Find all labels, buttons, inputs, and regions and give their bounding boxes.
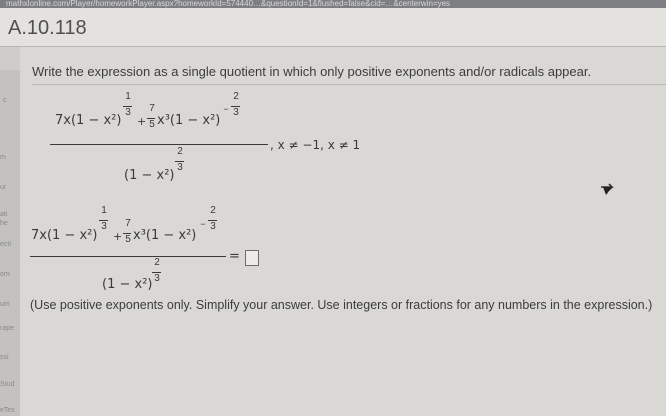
answer-exp1-den: 3 bbox=[101, 221, 107, 232]
answer-coef-num: 7 bbox=[125, 218, 131, 229]
sidebar-item[interactable]: m bbox=[0, 154, 6, 161]
sidebar-item[interactable]: he bbox=[0, 220, 8, 227]
answer-term1: 7x(1 − x²) bbox=[31, 228, 98, 243]
browser-url-bar: mathxlonline.com/Player/homeworkPlayer.a… bbox=[0, 0, 666, 8]
given-exp2-sign: − bbox=[223, 104, 229, 114]
answer-term2: x³(1 − x²) bbox=[133, 228, 197, 243]
sidebar-item[interactable]: um bbox=[0, 301, 10, 308]
given-denominator: (1 − x²) bbox=[124, 168, 175, 183]
sidebar-item[interactable]: Stud bbox=[0, 381, 14, 388]
answer-plus: + bbox=[113, 230, 123, 243]
question-panel: Write the expression as a single quotien… bbox=[20, 47, 666, 416]
given-exp1-num: 1 bbox=[125, 91, 131, 102]
question-prompt: Write the expression as a single quotien… bbox=[32, 64, 592, 79]
answer-equals: = bbox=[229, 249, 240, 264]
answer-coef-den: 5 bbox=[125, 234, 131, 245]
given-plus: + bbox=[137, 115, 147, 128]
given-exp2-num: 2 bbox=[233, 91, 239, 102]
given-exp2-den: 3 bbox=[233, 107, 239, 118]
answer-instruction: (Use positive exponents only. Simplify y… bbox=[30, 298, 653, 312]
answer-exp2-sign: − bbox=[200, 219, 206, 229]
given-restriction: , x ≠ −1, x ≠ 1 bbox=[270, 138, 361, 152]
answer-input-box[interactable] bbox=[245, 250, 259, 266]
exercise-id: A.10.118 bbox=[8, 17, 87, 39]
answer-exp1-num: 1 bbox=[101, 205, 107, 216]
sidebar-item[interactable]: rape bbox=[0, 325, 14, 332]
given-main-fraction-bar bbox=[50, 144, 268, 145]
given-exp1-den: 3 bbox=[125, 107, 131, 118]
sidebar-item[interactable]: ecti bbox=[0, 241, 11, 248]
sidebar-item[interactable]: ati bbox=[0, 211, 7, 218]
given-term1: 7x(1 − x²) bbox=[55, 113, 122, 128]
sidebar-nav[interactable]: c m ur ati he ecti om um rape ssi Stud e… bbox=[0, 70, 21, 416]
given-term2: x³(1 − x²) bbox=[157, 113, 221, 128]
mouse-pointer-icon bbox=[601, 183, 614, 195]
given-den-exp-num: 2 bbox=[177, 146, 183, 157]
divider bbox=[32, 84, 666, 85]
given-coef-num: 7 bbox=[149, 103, 155, 114]
sidebar-item[interactable]: om bbox=[0, 271, 10, 278]
answer-denominator: (1 − x²) bbox=[102, 277, 153, 292]
exercise-header: A.10.118 bbox=[0, 8, 666, 47]
answer-den-exp-num: 2 bbox=[154, 257, 160, 268]
sidebar-item[interactable]: eTex bbox=[0, 407, 15, 414]
answer-den-exp-den: 3 bbox=[154, 273, 160, 284]
answer-exp2-den: 3 bbox=[210, 221, 216, 232]
answer-exp2-num: 2 bbox=[210, 205, 216, 216]
given-den-exp-den: 3 bbox=[177, 162, 183, 173]
answer-main-fraction-bar bbox=[30, 256, 226, 257]
sidebar-item[interactable]: c bbox=[3, 97, 7, 104]
given-coef-den: 5 bbox=[149, 119, 155, 130]
sidebar-item[interactable]: ssi bbox=[0, 354, 9, 361]
sidebar-item[interactable]: ur bbox=[0, 184, 6, 191]
